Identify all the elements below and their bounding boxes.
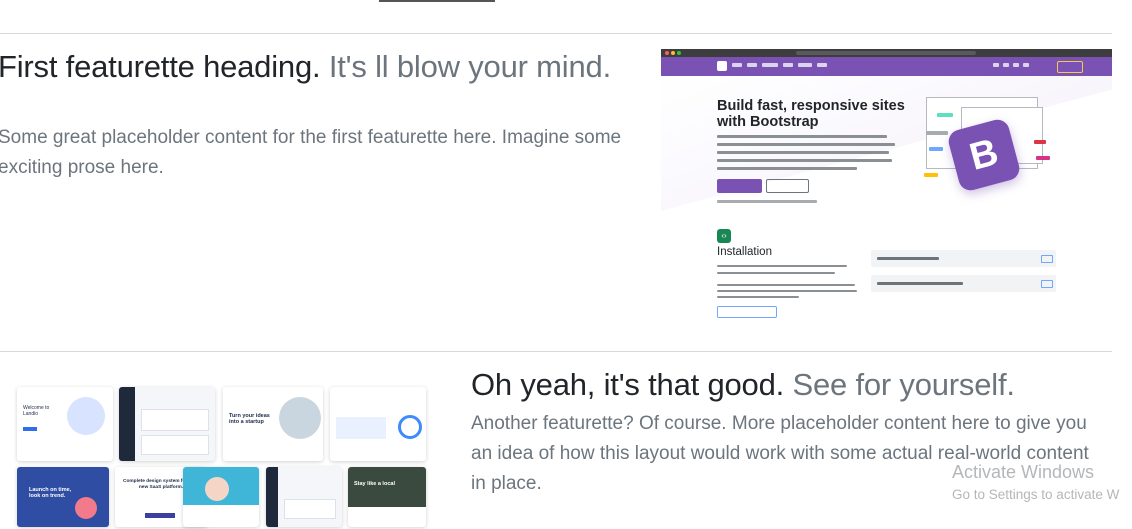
illustration-chip xyxy=(1036,156,1050,160)
featurette-2-lead: Another featurette? Of course. More plac… xyxy=(471,413,1089,494)
card-products xyxy=(183,505,259,527)
illustration-chip xyxy=(937,113,953,117)
card-sidebar xyxy=(119,387,135,461)
nav-link xyxy=(783,63,793,67)
card-title: Stay like a local xyxy=(354,481,395,487)
illustration-chip xyxy=(926,131,948,135)
card-chart xyxy=(284,499,336,519)
nav-slack-icon xyxy=(1013,63,1019,67)
nav-link xyxy=(732,63,742,67)
hero-text-line xyxy=(717,143,895,146)
code-icon: ‹› xyxy=(717,229,731,243)
illustration-chip xyxy=(1034,140,1046,144)
featurette-divider-bottom xyxy=(0,351,1112,352)
card-illustration xyxy=(67,397,105,435)
featurette-2-image: Welcome to Landio Turn your ideas into a… xyxy=(17,387,427,529)
featurette-1-lead: Some great placeholder content for the f… xyxy=(0,127,622,178)
card-photo xyxy=(279,397,321,439)
close-dot-icon xyxy=(665,51,669,55)
hero-text-line xyxy=(717,159,892,162)
hero-get-started-button xyxy=(717,179,762,193)
npm-code-block xyxy=(871,250,1056,267)
copy-icon xyxy=(1041,255,1053,263)
installation-title: Installation xyxy=(717,246,772,258)
card-blob xyxy=(75,497,97,519)
card-title: Turn your ideas into a startup xyxy=(229,413,270,425)
activate-windows-subtitle: Go to Settings to activate W xyxy=(952,487,1120,502)
illustration-chip xyxy=(924,173,938,177)
nav-download-button xyxy=(1057,61,1083,73)
browser-chrome xyxy=(661,49,1112,57)
template-card-analytics xyxy=(330,387,426,461)
nav-link xyxy=(747,63,757,67)
card-chart xyxy=(141,435,209,455)
code-line xyxy=(877,257,939,260)
installation-text-line xyxy=(717,284,855,286)
hero-text-line xyxy=(717,135,887,138)
nav-link xyxy=(762,63,778,67)
installation-text-line xyxy=(717,290,857,292)
card-chart xyxy=(141,409,209,431)
featurette-2-heading: Oh yeah, it's that good. See for yoursel… xyxy=(471,367,1111,403)
hero-text-line xyxy=(717,151,889,154)
featurette-2-heading-muted: See for yourself. xyxy=(792,367,1015,402)
installation-text-line xyxy=(717,296,799,298)
card-sidebar xyxy=(266,467,278,527)
nav-github-icon xyxy=(993,63,999,67)
featurette-1-heading: First featurette heading. It's ll blow y… xyxy=(0,50,618,83)
template-card-travel: Stay like a local xyxy=(348,467,426,527)
bootstrap-nav-logo-icon xyxy=(717,61,727,71)
top-divider-stub xyxy=(379,0,495,2)
template-card-dashboard xyxy=(119,387,215,461)
illustration-chip xyxy=(929,147,943,151)
installation-text-line xyxy=(717,272,835,274)
card-hero-photo xyxy=(348,467,426,507)
card-title: Welcome to Landio xyxy=(23,405,50,417)
template-card-landio: Welcome to Landio xyxy=(17,387,113,461)
nav-twitter-icon xyxy=(1003,63,1009,67)
bootstrap-navbar xyxy=(661,57,1112,76)
card-photo xyxy=(205,477,229,501)
template-card-admin xyxy=(266,467,342,527)
nav-link xyxy=(798,63,812,67)
installation-text-line xyxy=(717,265,847,267)
card-button xyxy=(145,513,175,518)
hero-version-line xyxy=(717,200,817,203)
template-card-launch: Launch on time, look on trend. xyxy=(17,467,109,527)
template-card-ecommerce xyxy=(183,467,259,527)
address-bar xyxy=(796,51,976,55)
featurette-1-heading-main: First featurette heading. xyxy=(0,49,321,84)
card-title: Launch on time, look on trend. xyxy=(29,487,72,499)
activate-windows-title: Activate Windows xyxy=(952,462,1095,482)
template-card-startup: Turn your ideas into a startup xyxy=(223,387,323,461)
maximize-dot-icon xyxy=(677,51,681,55)
nav-link xyxy=(817,63,827,67)
nav-opencollective-icon xyxy=(1023,63,1029,67)
minimize-dot-icon xyxy=(671,51,675,55)
hero-text-line xyxy=(717,167,857,170)
card-button xyxy=(23,427,37,431)
featurette-divider-top xyxy=(0,33,1112,34)
featurette-2-heading-main: Oh yeah, it's that good. xyxy=(471,367,785,402)
read-install-docs-button xyxy=(717,306,777,318)
featurette-1-heading-muted: It's ll blow your mind. xyxy=(328,49,611,84)
featurette-1-image: Build fast, responsive sites with Bootst… xyxy=(661,49,1112,323)
hero-download-button xyxy=(766,179,809,193)
copy-icon xyxy=(1041,280,1053,288)
hero-title: Build fast, responsive sites with Bootst… xyxy=(717,98,905,130)
card-donut xyxy=(398,415,422,439)
code-line xyxy=(877,282,963,285)
card-bars xyxy=(336,417,386,439)
gem-code-block xyxy=(871,275,1056,292)
